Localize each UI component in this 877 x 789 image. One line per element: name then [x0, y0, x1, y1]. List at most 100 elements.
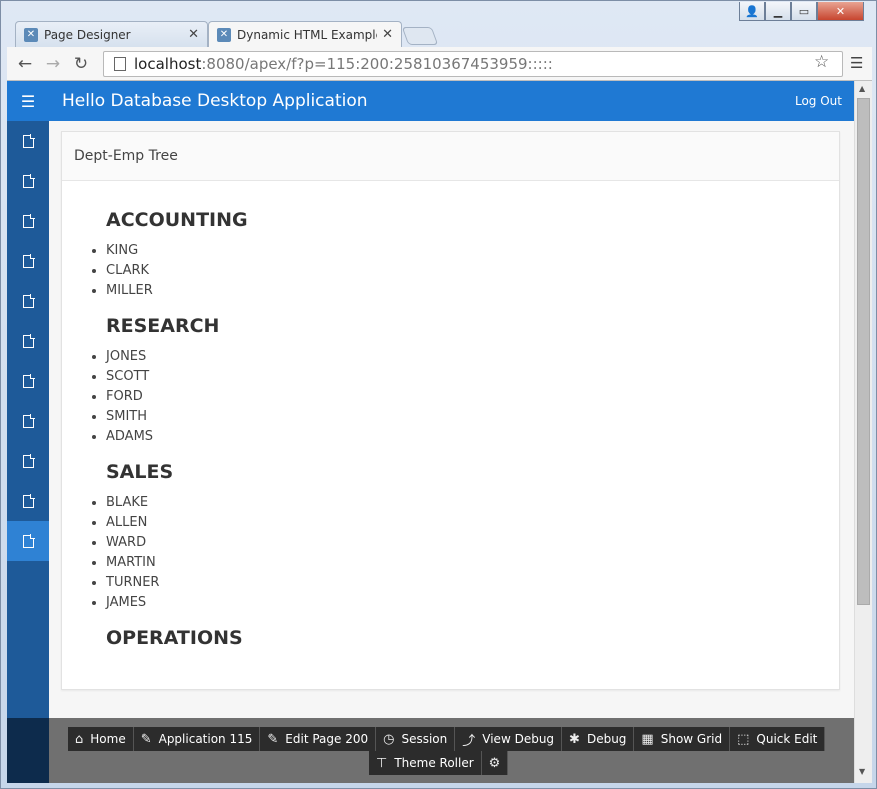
- url-path: :8080/apex/f?p=115:200:25810367453959:::…: [201, 55, 553, 73]
- browser-window: 👤 ▁ ▭ ✕ ✕ Page Designer ✕ ✕ Dynamic HTML…: [0, 0, 877, 789]
- employee-item: JONES: [106, 347, 839, 367]
- sidebar-item[interactable]: [7, 521, 49, 561]
- debug-button[interactable]: ✱ Debug: [562, 727, 635, 751]
- sidebar-item[interactable]: [7, 401, 49, 441]
- button-label: Home: [90, 732, 126, 746]
- sidebar-item[interactable]: [7, 121, 49, 161]
- close-tab-icon[interactable]: ✕: [382, 27, 393, 42]
- session-button[interactable]: ◷ Session: [376, 727, 456, 751]
- employee-item: FORD: [106, 387, 839, 407]
- button-label: Session: [401, 732, 448, 746]
- apex-icon: ✕: [217, 27, 231, 42]
- page-icon: [22, 453, 35, 468]
- edit-page-200-button[interactable]: ✎ Edit Page 200: [260, 727, 377, 751]
- view-debug-icon: ⤴: [462, 733, 476, 749]
- maximize-button[interactable]: ▭: [791, 2, 817, 21]
- scroll-down-icon[interactable]: ▼: [859, 767, 865, 776]
- reload-icon[interactable]: ↻: [67, 54, 95, 74]
- sidebar-item[interactable]: [7, 481, 49, 521]
- employee-item: ADAMS: [106, 427, 839, 447]
- employee-list: BLAKEALLENWARDMARTINTURNERJAMES: [106, 493, 839, 613]
- view-debug-button[interactable]: ⤴ View Debug: [455, 727, 563, 751]
- employee-item: MILLER: [106, 281, 839, 301]
- button-label: Show Grid: [660, 732, 723, 746]
- settings-button[interactable]: ⚙: [481, 751, 509, 775]
- forward-icon[interactable]: →: [39, 54, 67, 74]
- dept-emp-region: Dept-Emp Tree ACCOUNTING KINGCLARKMILLER R…: [61, 131, 840, 690]
- tab-dynamic-html[interactable]: ✕ Dynamic HTML Example 1 ✕: [208, 21, 402, 47]
- dept-heading: RESEARCH: [106, 315, 220, 337]
- page-icon: [22, 533, 35, 548]
- quick-edit-button[interactable]: ⬚ Quick Edit: [730, 727, 826, 751]
- edit-icon: ✎: [140, 731, 152, 747]
- button-label: Quick Edit: [756, 732, 818, 746]
- developer-toolbar: ⌂ Home ✎ Application 115 ✎ Edit Page 200 ◷ Sess…: [49, 718, 854, 783]
- back-icon[interactable]: ←: [11, 54, 39, 74]
- bookmark-star-icon[interactable]: ☆: [814, 52, 829, 72]
- employee-list: JONESSCOTTFORDSMITHADAMS: [106, 347, 839, 447]
- user-icon[interactable]: 👤: [739, 2, 765, 21]
- employee-item: ALLEN: [106, 513, 839, 533]
- home-button[interactable]: ⌂ Home: [68, 727, 134, 751]
- region-title: Dept-Emp Tree: [62, 132, 839, 181]
- sidebar-item[interactable]: [7, 441, 49, 481]
- page-icon: [22, 293, 35, 308]
- paint-roller-icon: ⊤: [376, 755, 388, 771]
- vertical-scrollbar[interactable]: ▲ ▼: [854, 81, 872, 783]
- tab-page-designer[interactable]: ✕ Page Designer ✕: [15, 21, 208, 47]
- employee-item: WARD: [106, 533, 839, 553]
- dept-heading: ACCOUNTING: [106, 209, 248, 231]
- page-icon: [114, 57, 126, 71]
- scrollbar-thumb[interactable]: [857, 98, 870, 605]
- sidebar-item[interactable]: [7, 161, 49, 201]
- close-tab-icon[interactable]: ✕: [188, 27, 199, 42]
- dept-emp-tree: ACCOUNTING KINGCLARKMILLER RESEARCH JONESSC…: [62, 181, 839, 649]
- app-title: Hello Database Desktop Application: [62, 91, 368, 111]
- button-label: Debug: [586, 732, 627, 746]
- hamburger-menu-icon[interactable]: ☰: [7, 92, 49, 111]
- minimize-button[interactable]: ▁: [765, 2, 791, 21]
- sidebar-nav: [7, 121, 49, 783]
- clock-icon: ◷: [383, 731, 395, 747]
- window-controls: 👤 ▁ ▭ ✕: [739, 2, 864, 22]
- new-tab-button[interactable]: [401, 27, 439, 45]
- scroll-up-icon[interactable]: ▲: [859, 84, 865, 93]
- employee-item: SCOTT: [106, 367, 839, 387]
- sidebar-item[interactable]: [7, 201, 49, 241]
- page-viewport: ☰ Hello Database Desktop Application Log…: [7, 81, 854, 783]
- employee-item: JAMES: [106, 593, 839, 613]
- button-label: Application 115: [158, 732, 253, 746]
- page-icon: [22, 493, 35, 508]
- sidebar-item[interactable]: [7, 241, 49, 281]
- url-host: localhost: [134, 55, 202, 73]
- employee-item: CLARK: [106, 261, 839, 281]
- sidebar-footer: [7, 718, 49, 783]
- page-icon: [22, 133, 35, 148]
- employee-item: BLAKE: [106, 493, 839, 513]
- sidebar-item[interactable]: [7, 281, 49, 321]
- gear-icon: ⚙: [488, 755, 501, 771]
- dept-heading: OPERATIONS: [106, 627, 243, 649]
- page-icon: [22, 333, 35, 348]
- app-header: ☰ Hello Database Desktop Application Log…: [7, 81, 854, 121]
- grid-icon: ▦: [641, 731, 654, 747]
- close-window-button[interactable]: ✕: [817, 2, 864, 21]
- browser-toolbar: ← → ↻ localhost:8080/apex/f?p=115:200:25…: [7, 47, 872, 81]
- page-icon: [22, 253, 35, 268]
- logout-link[interactable]: Log Out: [795, 94, 842, 108]
- application-115-button[interactable]: ✎ Application 115: [133, 727, 261, 751]
- button-label: Edit Page 200: [285, 732, 369, 746]
- dept-heading: SALES: [106, 461, 174, 483]
- page-icon: [22, 173, 35, 188]
- theme-roller-button[interactable]: ⊤ Theme Roller: [369, 751, 482, 775]
- browser-menu-icon[interactable]: ☰: [850, 54, 863, 72]
- tab-label: Dynamic HTML Example 1: [237, 27, 377, 42]
- employee-item: SMITH: [106, 407, 839, 427]
- employee-item: TURNER: [106, 573, 839, 593]
- show-grid-button[interactable]: ▦ Show Grid: [634, 727, 731, 751]
- developer-toolbar-row-2: ⊤ Theme Roller ⚙: [369, 751, 509, 775]
- address-bar[interactable]: localhost:8080/apex/f?p=115:200:25810367…: [103, 51, 843, 77]
- page-icon: [22, 413, 35, 428]
- sidebar-item[interactable]: [7, 321, 49, 361]
- sidebar-item[interactable]: [7, 361, 49, 401]
